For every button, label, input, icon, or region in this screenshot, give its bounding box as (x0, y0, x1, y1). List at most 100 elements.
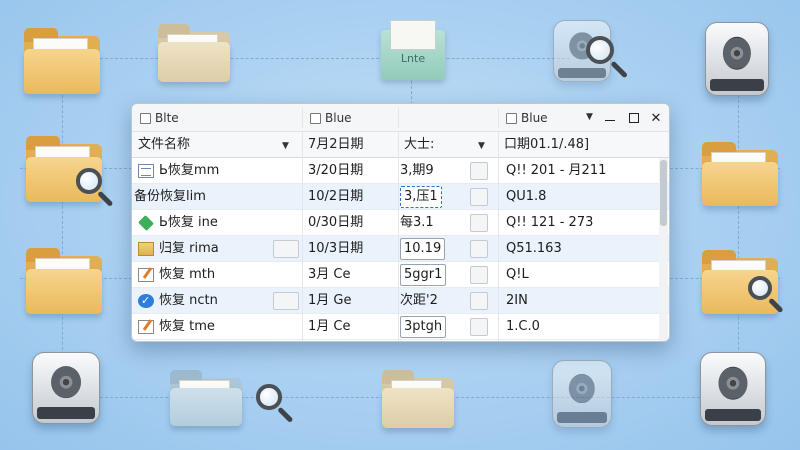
file-name: 归复 rima (159, 241, 219, 256)
file-extra: Q!! 121 - 273 (506, 215, 594, 230)
checkbox[interactable] (506, 112, 517, 124)
file-name-cell: Ь恢复 ine (138, 210, 278, 236)
file-extra: Q!L (506, 267, 529, 282)
file-size[interactable]: 5ggr1 (400, 264, 447, 286)
file-list-window: Blte Blue Blue ▼ ✕ 文件名称 ▼ 7月2日期 大士: ▼ 口期… (131, 103, 670, 342)
close-icon: ✕ (650, 110, 662, 126)
file-size[interactable]: 10.19 (400, 238, 446, 260)
file-date: 1月 Ce (308, 319, 351, 334)
table-row[interactable]: Ь恢复 ine 0/30日期 每3.1 Q!! 121 - 273 (132, 210, 669, 236)
file-date: 10/2日期 (308, 189, 364, 204)
image-file-icon (138, 242, 154, 256)
check-circle-icon (138, 288, 154, 314)
table-row[interactable]: 归复 rima 10/3日期 10.19 Q51.163 (132, 236, 669, 262)
file-name-cell: 恢复 mth (138, 262, 278, 288)
titlebar-option-label: Blue (521, 111, 548, 125)
folder-icon (158, 20, 230, 82)
column-header-size[interactable]: 大士: (398, 132, 434, 158)
drive-icon (552, 360, 612, 428)
scrollbar-thumb[interactable] (660, 160, 667, 226)
titlebar-option-label: Blte (155, 111, 179, 125)
table-row[interactable]: 备份恢复lim 10/2日期 3,压1 QU1.8 (132, 184, 669, 210)
column-header-row: 文件名称 ▼ 7月2日期 大士: ▼ 口期01.1/.48] (132, 132, 669, 158)
file-name-cell: Ь恢复mm (138, 158, 278, 184)
table-row[interactable]: 恢复 mth 3月 Ce 5ggr1 Q!L (132, 262, 669, 288)
file-size-selected[interactable]: 3,压1 (400, 186, 442, 208)
file-size: 次距'2 (400, 293, 438, 308)
magnifier-icon (256, 384, 296, 424)
file-date: 10/3日期 (308, 241, 364, 256)
file-extra: Q!! 201 - 月211 (506, 163, 607, 178)
column-header-extra[interactable]: 口期01.1/.48] (498, 132, 589, 158)
row-checkbox[interactable] (273, 240, 299, 258)
document-icon (138, 164, 154, 178)
row-checkbox[interactable] (470, 292, 488, 310)
file-size[interactable]: 3ptgh (400, 316, 447, 338)
magnifier-icon (748, 276, 786, 314)
column-header-name[interactable]: 文件名称 (132, 132, 190, 158)
drive-icon (705, 22, 769, 96)
row-checkbox[interactable] (273, 292, 299, 310)
file-name-cell: 备份恢复lim (134, 184, 274, 210)
window-titlebar: Blte Blue Blue ▼ ✕ (132, 104, 669, 132)
folder-icon (702, 138, 778, 206)
edit-file-icon (138, 268, 154, 282)
column-header-label: 文件名称 (138, 137, 191, 152)
checkbox[interactable] (140, 112, 151, 124)
green-cube-icon (138, 215, 154, 231)
row-checkbox[interactable] (470, 266, 488, 284)
file-extra: 2IN (506, 293, 528, 308)
file-size: 3,期9 (400, 163, 434, 178)
row-checkbox[interactable] (470, 240, 488, 258)
file-name: 恢复 nctn (159, 293, 218, 308)
file-date: 0/30日期 (308, 215, 364, 230)
folder-icon (26, 244, 102, 314)
column-header-date[interactable]: 7月2日期 (302, 132, 364, 158)
table-row[interactable]: 恢复 tme 1月 Ce 3ptgh 1.C.0 (132, 314, 669, 340)
file-name: 恢复 tme (159, 319, 215, 334)
sort-dropdown-icon[interactable]: ▼ (282, 141, 289, 151)
file-name-cell: 恢复 nctn (138, 288, 278, 314)
titlebar-option-1[interactable]: Blte (140, 110, 179, 126)
close-button[interactable]: ✕ (646, 108, 666, 128)
table-row[interactable]: 恢复 nctn 1月 Ge 次距'2 2IN (132, 288, 669, 314)
magnifier-icon (76, 168, 116, 208)
maximize-button[interactable] (624, 108, 644, 128)
vertical-scrollbar[interactable] (659, 158, 668, 341)
titlebar-option-label: Blue (325, 111, 352, 125)
folder-icon (24, 24, 100, 94)
file-date: 1月 Ge (308, 293, 352, 308)
row-checkbox[interactable] (470, 162, 488, 180)
drive-icon (32, 352, 100, 424)
file-extra: QU1.8 (506, 189, 547, 204)
file-name: Ь恢复mm (159, 163, 220, 178)
folder-icon (382, 366, 454, 428)
sort-dropdown-icon[interactable]: ▼ (478, 141, 485, 151)
minimize-button[interactable] (600, 108, 620, 128)
magnifier-icon (586, 36, 630, 80)
file-size: 每3.1 (400, 215, 434, 230)
file-name-cell: 归复 rima (138, 236, 278, 262)
file-extra: 1.C.0 (506, 319, 540, 334)
dropdown-arrow-icon[interactable]: ▼ (586, 112, 593, 122)
folder-icon (170, 366, 242, 426)
file-name: 恢复 mth (159, 267, 216, 282)
column-header-label: 大士: (404, 137, 435, 152)
checkbox[interactable] (310, 112, 321, 124)
file-extra: Q51.163 (506, 241, 562, 256)
file-name: 备份恢复lim (134, 189, 206, 204)
maximize-icon (629, 113, 639, 123)
row-checkbox[interactable] (470, 318, 488, 336)
file-date: 3月 Ce (308, 267, 351, 282)
titlebar-option-3[interactable]: Blue (506, 110, 548, 126)
table-row[interactable]: Ь恢复mm 3/20日期 3,期9 Q!! 201 - 月211 (132, 158, 669, 184)
connector-line (738, 90, 739, 380)
tag-icon: Lnte (381, 20, 445, 80)
row-checkbox[interactable] (470, 214, 488, 232)
titlebar-option-2[interactable]: Blue (310, 110, 352, 126)
drive-icon (700, 352, 766, 426)
row-checkbox[interactable] (470, 188, 488, 206)
file-date: 3/20日期 (308, 163, 364, 178)
file-name-cell: 恢复 tme (138, 314, 278, 340)
file-list: Ь恢复mm 3/20日期 3,期9 Q!! 201 - 月211 备份恢复lim… (132, 158, 669, 341)
